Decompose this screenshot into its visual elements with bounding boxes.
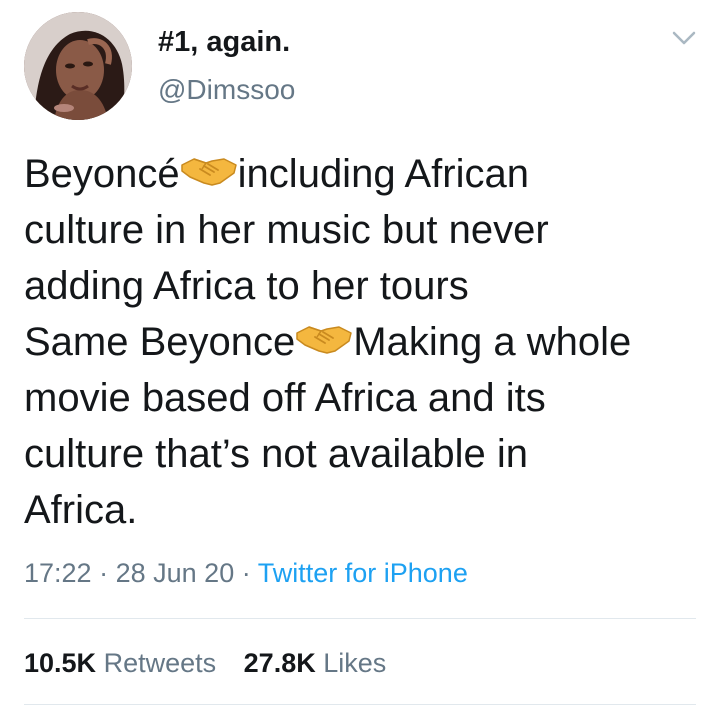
tweet-line: adding Africa to her tours [24,264,469,308]
retweets-stat[interactable]: 10.5K Retweets [24,648,216,679]
tweet-meta: 17:22 · 28 Jun 20 · Twitter for iPhone [24,558,468,589]
tweet-source-link[interactable]: Twitter for iPhone [258,558,468,588]
tweet-line: Africa. [24,488,138,532]
tweet-line-text: Same Beyonce [24,320,296,364]
handshake-icon [180,148,238,186]
meta-separator: · [241,558,251,588]
likes-stat[interactable]: 27.8K Likes [244,648,387,679]
retweets-label: Retweets [103,648,217,678]
tweet-line-text: Making a whole [353,320,632,364]
likes-count: 27.8K [243,648,316,678]
tweet-line: Beyoncé including African [24,146,704,202]
divider [24,618,696,619]
avatar[interactable] [24,12,132,120]
handshake-icon [295,316,353,354]
divider [24,704,696,705]
chevron-down-icon[interactable] [670,28,698,48]
tweet-time: 17:22 [24,558,92,588]
tweet-line: culture that’s not available in [24,432,529,476]
display-name[interactable]: #1, again. [158,26,290,59]
tweet-line: culture in her music but never [24,208,549,252]
tweet-line-text: including African [237,152,529,196]
tweet-date: 28 Jun 20 [115,558,235,588]
tweet-line-text: Beyoncé [24,152,180,196]
retweets-count: 10.5K [24,648,97,678]
user-handle[interactable]: @Dimssoo [158,74,295,106]
meta-separator: · [99,558,109,588]
tweet-line: Same Beyonce Making a whole [24,314,704,370]
likes-label: Likes [323,648,387,678]
tweet-text: Beyoncé including African culture in her … [24,146,704,538]
tweet-stats: 10.5K Retweets 27.8K Likes [24,648,406,679]
tweet-line: movie based off Africa and its [24,376,546,420]
